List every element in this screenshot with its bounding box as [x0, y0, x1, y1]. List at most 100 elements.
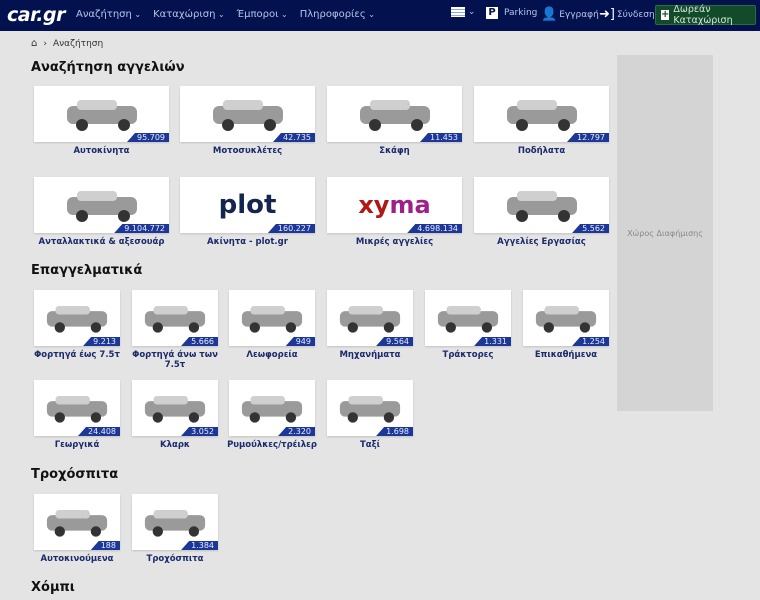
category-card[interactable]: 9.564 — [327, 290, 413, 346]
count-badge: 949 — [285, 337, 315, 346]
category-label[interactable]: Φορτηγά έως 7.5τ — [24, 350, 130, 360]
category-card[interactable]: 5.562 — [474, 177, 609, 233]
category-label[interactable]: Αγγελίες Εργασίας — [464, 237, 619, 247]
category-card[interactable]: 9.213 — [34, 290, 120, 346]
category-card[interactable]: 1.254 — [523, 290, 609, 346]
logo[interactable]: car.gr — [7, 4, 65, 26]
category-label[interactable]: Τράκτορες — [415, 350, 521, 360]
sign-in-icon: ➜] — [599, 7, 615, 22]
count-badge: 9.564 — [376, 337, 413, 346]
free-listing-label: Δωρεάν Καταχώριση — [673, 4, 733, 26]
category-card[interactable]: 1.698 — [327, 380, 413, 436]
count-badge: 11.453 — [420, 133, 462, 142]
count-badge: 1.384 — [181, 541, 218, 550]
vehicle-image — [339, 395, 401, 423]
category-label[interactable]: Λεωφορεία — [219, 350, 325, 360]
vehicle-image — [506, 191, 577, 222]
count-badge: 2.320 — [278, 427, 315, 436]
category-label[interactable]: Μοτοσυκλέτες — [170, 146, 325, 156]
count-badge: 5.666 — [181, 337, 218, 346]
free-listing-button[interactable]: + Δωρεάν Καταχώριση — [655, 4, 756, 26]
register-link[interactable]: 👤 Εγγραφή — [541, 7, 599, 22]
xyma-logo: xyma — [358, 191, 431, 219]
vehicle-image — [437, 305, 499, 333]
breadcrumb: ⌂ › Αναζήτηση — [31, 38, 103, 49]
home-icon[interactable]: ⌂ — [31, 38, 37, 49]
register-label: Εγγραφή — [559, 9, 599, 20]
vehicle-image — [46, 509, 108, 537]
category-card[interactable]: 42.735 — [180, 86, 315, 142]
menu-listing[interactable]: Καταχώριση — [153, 9, 225, 20]
category-label[interactable]: Αυτοκίνητα — [24, 146, 179, 156]
menu-info[interactable]: Πληροφορίες — [300, 9, 375, 20]
vehicle-image — [66, 100, 137, 131]
vehicle-image — [66, 191, 137, 222]
count-badge: 9.213 — [83, 337, 120, 346]
count-badge: 12.797 — [567, 133, 609, 142]
vehicle-image — [144, 509, 206, 537]
count-badge: 95.709 — [127, 133, 169, 142]
category-label[interactable]: Μικρές αγγελίες — [317, 237, 472, 247]
count-badge: 24.408 — [78, 427, 120, 436]
category-card[interactable]: 1.331 — [425, 290, 511, 346]
plus-icon: + — [661, 9, 670, 20]
vehicle-image — [144, 395, 206, 423]
category-card[interactable]: 3.052 — [132, 380, 218, 436]
parking-link[interactable]: P Parking — [486, 7, 537, 19]
category-label[interactable]: Σκάφη — [317, 146, 472, 156]
category-card[interactable]: xyma 4.698.134 — [327, 177, 462, 233]
chevron-right-icon: › — [43, 38, 47, 49]
main-menu: Αναζήτηση Καταχώριση Έμποροι Πληροφορίες — [76, 9, 375, 20]
category-label[interactable]: Αυτοκινούμενα — [24, 554, 130, 564]
menu-search[interactable]: Αναζήτηση — [76, 9, 141, 20]
count-badge: 188 — [90, 541, 120, 550]
greek-flag-icon — [451, 7, 465, 17]
count-badge: 1.698 — [376, 427, 413, 436]
category-label[interactable]: Ποδήλατα — [464, 146, 619, 156]
category-label[interactable]: Τροχόσπιτα — [122, 554, 228, 564]
category-label[interactable]: Κλαρκ — [122, 440, 228, 450]
category-card[interactable]: 188 — [34, 494, 120, 550]
section-title-search: Αναζήτηση αγγελιών — [31, 60, 185, 75]
vehicle-image — [241, 395, 303, 423]
top-navbar: car.gr Αναζήτηση Καταχώριση Έμποροι Πληρ… — [0, 0, 760, 31]
menu-dealers[interactable]: Έμποροι — [237, 9, 288, 20]
count-badge: 42.735 — [273, 133, 315, 142]
category-label[interactable]: Ταξί — [317, 440, 423, 450]
vehicle-image — [46, 305, 108, 333]
vehicle-image — [241, 305, 303, 333]
ad-label: Χώρος Διαφήμισης — [627, 228, 703, 238]
vehicle-image — [212, 100, 283, 131]
count-badge: 3.052 — [181, 427, 218, 436]
category-label[interactable]: Φορτηγά άνω των 7.5τ — [122, 350, 228, 370]
category-card[interactable]: 11.453 — [327, 86, 462, 142]
parking-icon: P — [486, 7, 498, 19]
category-card[interactable]: 24.408 — [34, 380, 120, 436]
category-label[interactable]: Ρυμούλκες/τρέιλερ — [219, 440, 325, 450]
count-badge: 160.227 — [267, 224, 315, 233]
category-label[interactable]: Ανταλλακτικά & αξεσουάρ — [24, 237, 179, 247]
category-label[interactable]: Μηχανήματα — [317, 350, 423, 360]
plot-logo: plot — [218, 190, 277, 220]
category-card[interactable]: 1.384 — [132, 494, 218, 550]
category-label[interactable]: Ακίνητα - plot.gr — [170, 237, 325, 247]
category-card[interactable]: 95.709 — [34, 86, 169, 142]
language-selector[interactable]: ⌄ — [451, 7, 475, 17]
category-label[interactable]: Γεωργικά — [24, 440, 130, 450]
vehicle-image — [359, 100, 430, 131]
category-card[interactable]: 12.797 — [474, 86, 609, 142]
ad-space: Χώρος Διαφήμισης — [617, 55, 713, 411]
section-title-hobby: Χόμπι — [31, 580, 75, 595]
count-badge: 5.562 — [572, 224, 609, 233]
category-card[interactable]: 9.104.772 — [34, 177, 169, 233]
category-card[interactable]: 5.666 — [132, 290, 218, 346]
vehicle-image — [535, 305, 597, 333]
vehicle-image — [506, 100, 577, 131]
count-badge: 1.331 — [474, 337, 511, 346]
login-link[interactable]: ➜] Σύνδεση — [599, 7, 655, 22]
category-label[interactable]: Επικαθήμενα — [513, 350, 619, 360]
category-card[interactable]: 949 — [229, 290, 315, 346]
category-card[interactable]: 2.320 — [229, 380, 315, 436]
breadcrumb-current: Αναζήτηση — [52, 38, 104, 49]
category-card[interactable]: plot 160.227 — [180, 177, 315, 233]
